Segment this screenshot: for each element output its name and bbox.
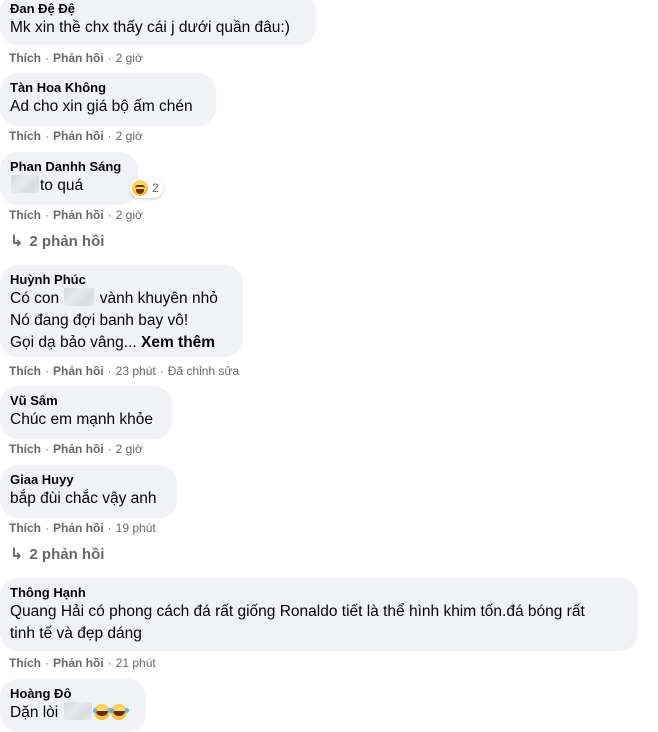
reply-button[interactable]: Phản hồi — [53, 656, 104, 670]
comment-text: Ad cho xin giá bộ ấm chén — [10, 98, 193, 115]
comment-author[interactable]: Huỳnh Phúc — [10, 272, 231, 288]
comment-text-part: vành khuyên nhỏ — [99, 290, 218, 307]
comment-timestamp[interactable]: 23 phút — [116, 364, 156, 378]
like-button[interactable]: Thích — [9, 656, 41, 670]
separator: · — [107, 51, 112, 65]
comment-timestamp[interactable]: 2 giờ — [116, 129, 143, 143]
comment-text: Mk xin thề chx thấy cái j dưới quần đâu:… — [10, 19, 290, 36]
comment-author[interactable]: Giaa Huyy — [10, 472, 165, 488]
comment-actions: Thích · Phản hồi · 23 phút · Đã chỉnh sửa — [9, 363, 239, 379]
comment-timestamp[interactable]: 2 giờ — [116, 51, 143, 65]
laugh-tears-emoji-icon — [109, 704, 127, 720]
reply-button[interactable]: Phản hồi — [53, 51, 104, 65]
separator: · — [45, 51, 49, 65]
comment-bubble: Tàn Hoa Không Ad cho xin giá bộ ấm chén — [0, 73, 216, 126]
comment-bubble: Giaa Huyy bắp đùi chắc vậy anh — [0, 465, 177, 518]
comment-text: Chúc em mạnh khỏe — [10, 411, 154, 428]
comment-text-part: Dặn lòi — [10, 704, 59, 721]
comment-actions: Thích · Phản hồi · 2 giờ — [9, 207, 143, 223]
comment-author[interactable]: Thông Hạnh — [10, 585, 626, 601]
comment-timestamp[interactable]: 19 phút — [116, 521, 156, 535]
comment-timestamp[interactable]: 21 phút — [116, 656, 156, 670]
reply-arrow-icon: ↳ — [10, 546, 24, 563]
reply-button[interactable]: Phản hồi — [53, 442, 104, 456]
comment-text-line: tinh tế và đẹp dáng — [10, 625, 142, 642]
comment-actions: Thích · Phản hồi · 19 phút — [9, 520, 156, 536]
comment-text-part: to quá — [40, 177, 84, 194]
separator: · — [45, 521, 49, 535]
reaction-count: 2 — [152, 181, 159, 195]
separator: · — [107, 129, 112, 143]
comment-bubble: Hoàng Đô Dặn lòi — [0, 679, 146, 732]
comment-author[interactable]: Phan Danhh Sáng — [10, 159, 126, 175]
comment-text-line: Quang Hải có phong cách đá rất giống Ron… — [10, 603, 585, 620]
blurred-word — [64, 288, 95, 306]
comment-author[interactable]: Tàn Hoa Không — [10, 80, 204, 96]
comment-bubble: Thông Hạnh Quang Hải có phong cách đá rấ… — [0, 578, 638, 651]
view-replies-link[interactable]: ↳ 2 phản hồi — [10, 232, 104, 252]
separator: · — [107, 656, 112, 670]
comment-actions: Thích · Phản hồi · 21 phút — [9, 655, 156, 671]
separator: · — [107, 208, 112, 222]
separator: · — [45, 208, 49, 222]
laugh-tears-emoji-icon — [92, 704, 110, 720]
comment-actions: Thích · Phản hồi · 2 giờ — [9, 441, 143, 457]
comment-bubble: Phan Danhh Sáng to quá — [0, 152, 138, 205]
comment-bubble: Huỳnh Phúc Có con vành khuyên nhỏ Nó đan… — [0, 265, 243, 357]
reaction-summary[interactable]: 2 — [130, 178, 163, 198]
view-replies-link[interactable]: ↳ 2 phản hồi — [10, 545, 104, 565]
comment-text: Dặn lòi — [10, 702, 134, 724]
comment-text: to quá — [10, 175, 126, 197]
separator: · — [107, 521, 112, 535]
see-more-link[interactable]: Xem thêm — [141, 334, 215, 351]
comment-text-line: Gọi dạ bảo vâng... Xem thêm — [10, 332, 231, 354]
comment-text-line: Có con vành khuyên nhỏ — [10, 288, 231, 310]
comment-bubble: Đan Đệ Đệ Mk xin thề chx thấy cái j dưới… — [0, 0, 316, 45]
comment-author[interactable]: Đan Đệ Đệ — [10, 1, 304, 17]
reply-arrow-icon: ↳ — [10, 233, 24, 250]
blurred-word — [63, 702, 92, 720]
comment-author[interactable]: Vũ Sâm — [10, 393, 160, 409]
like-button[interactable]: Thích — [9, 129, 41, 143]
like-button[interactable]: Thích — [9, 521, 41, 535]
replies-count-label: 2 phản hồi — [29, 546, 105, 563]
comment-text-part: Gọi dạ bảo vâng... — [10, 334, 137, 351]
comment-text-line: Nó đang đợi banh bay vô! — [10, 312, 189, 329]
separator: · — [107, 364, 112, 378]
comment-actions: Thích · Phản hồi · 2 giờ — [9, 128, 143, 144]
separator: · — [45, 656, 49, 670]
reply-button[interactable]: Phản hồi — [53, 208, 104, 222]
comment-timestamp[interactable]: 2 giờ — [116, 442, 143, 456]
separator: · — [45, 129, 49, 143]
comment-author[interactable]: Hoàng Đô — [10, 686, 134, 702]
separator: · — [45, 364, 49, 378]
separator: · — [107, 442, 112, 456]
replies-count-label: 2 phản hồi — [29, 233, 105, 250]
reply-button[interactable]: Phản hồi — [53, 521, 104, 535]
blurred-word — [11, 175, 39, 193]
like-button[interactable]: Thích — [9, 208, 41, 222]
reply-button[interactable]: Phản hồi — [53, 364, 104, 378]
comment-timestamp[interactable]: 2 giờ — [116, 208, 143, 222]
separator: · — [159, 364, 164, 378]
comment-bubble: Vũ Sâm Chúc em mạnh khỏe — [0, 386, 172, 439]
comment-text: bắp đùi chắc vậy anh — [10, 490, 157, 507]
like-button[interactable]: Thích — [9, 51, 41, 65]
like-button[interactable]: Thích — [9, 442, 41, 456]
like-button[interactable]: Thích — [9, 364, 41, 378]
comment-actions: Thích · Phản hồi · 2 giờ — [9, 50, 143, 66]
separator: · — [45, 442, 49, 456]
comment-text-part: Có con — [10, 290, 60, 307]
reply-button[interactable]: Phản hồi — [53, 129, 104, 143]
edited-label[interactable]: Đã chỉnh sửa — [168, 364, 239, 378]
haha-reaction-icon — [132, 180, 148, 196]
